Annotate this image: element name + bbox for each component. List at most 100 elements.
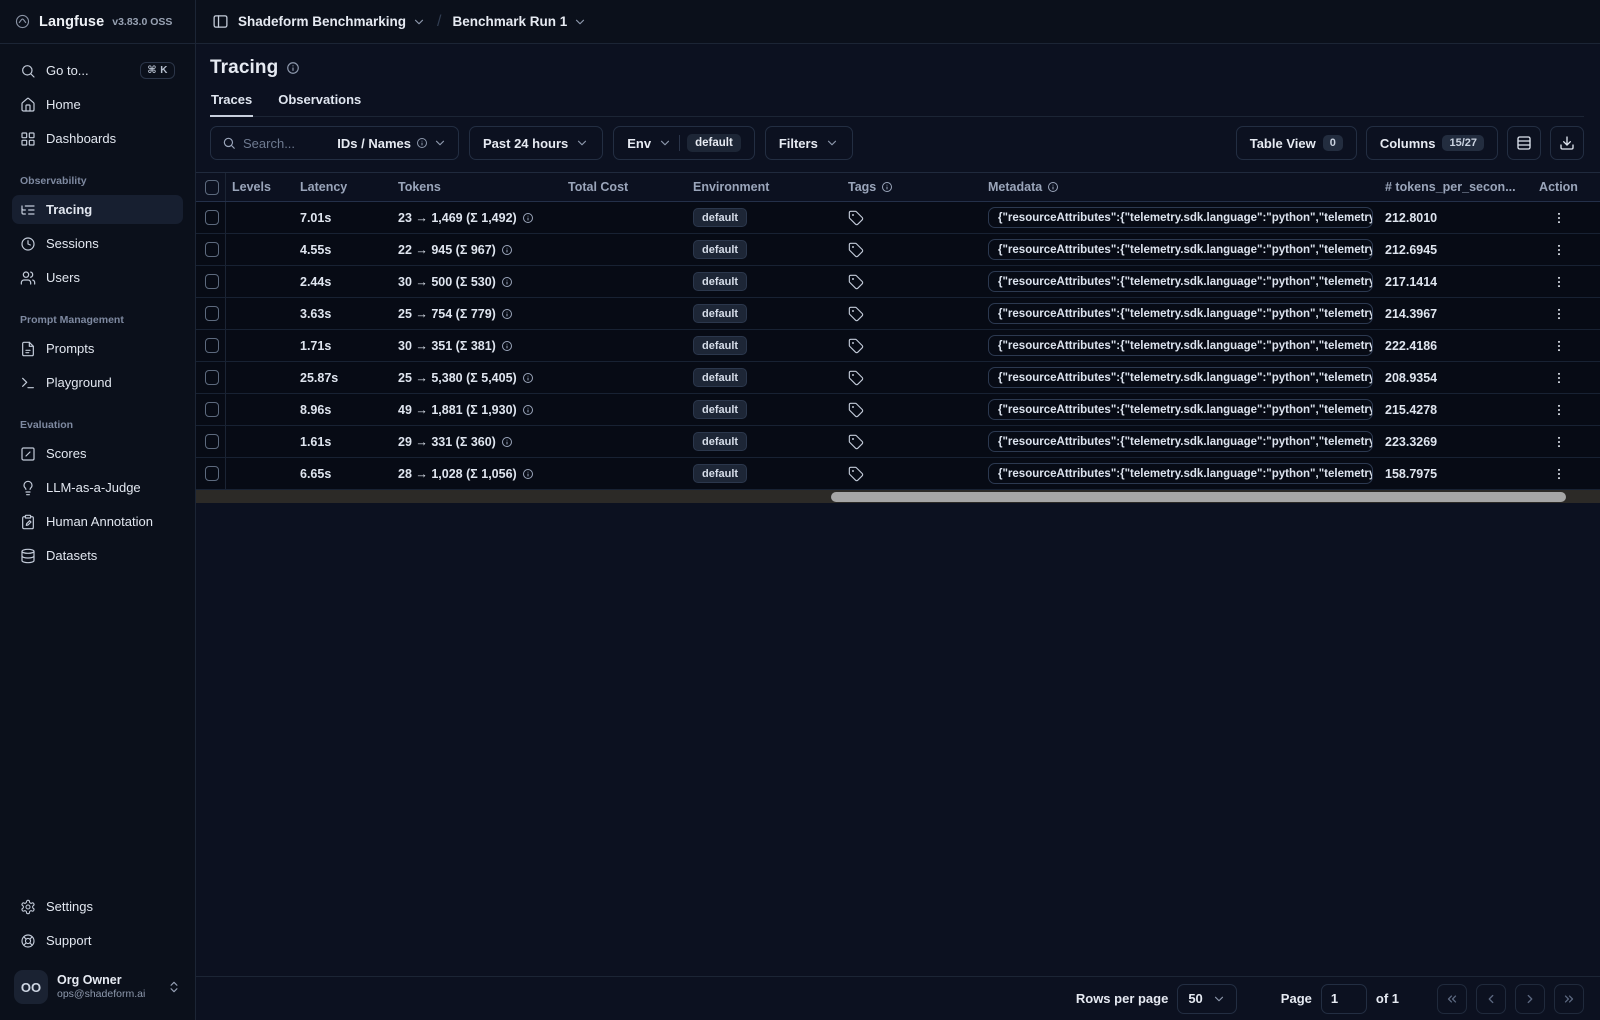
row-checkbox[interactable] [205,402,219,417]
sidebar-item-users[interactable]: Users [12,263,183,292]
metadata-value[interactable]: {"resourceAttributes":{"telemetry.sdk.la… [988,367,1373,388]
tag-icon[interactable] [848,338,864,354]
info-icon[interactable] [522,404,534,416]
header-environment[interactable]: Environment [687,173,842,201]
tag-icon[interactable] [848,274,864,290]
sidebar-item-datasets[interactable]: Datasets [12,541,183,570]
info-icon[interactable] [522,372,534,384]
row-checkbox[interactable] [205,466,219,481]
first-page-button[interactable] [1437,983,1467,1014]
row-actions-menu-button[interactable] [1547,206,1571,230]
scrollbar-thumb[interactable] [830,491,1567,502]
row-actions-menu-button[interactable] [1547,398,1571,422]
info-icon[interactable] [501,436,513,448]
row-checkbox[interactable] [205,338,219,353]
tag-icon[interactable] [848,306,864,322]
row-actions-menu-button[interactable] [1547,430,1571,454]
table-row[interactable]: 1.61s 29 → 331 (Σ 360) default {"resourc… [196,426,1600,458]
header-tokens[interactable]: Tokens [392,173,562,201]
table-row[interactable]: 25.87s 25 → 5,380 (Σ 5,405) default {"re… [196,362,1600,394]
page-number-input[interactable] [1320,983,1367,1014]
rows-per-page-select[interactable]: 50 [1177,983,1237,1014]
user-menu[interactable]: OO Org Owner ops@shadeform.ai [0,960,195,1020]
sidebar-item-tracing[interactable]: Tracing [12,195,183,224]
table-row[interactable]: 8.96s 49 → 1,881 (Σ 1,930) default {"res… [196,394,1600,426]
environment-filter-button[interactable]: Env default [613,126,755,160]
table-row[interactable]: 2.44s 30 → 500 (Σ 530) default {"resourc… [196,266,1600,298]
header-levels[interactable]: Levels [226,173,294,201]
table-row[interactable]: 4.55s 22 → 945 (Σ 967) default {"resourc… [196,234,1600,266]
header-metadata[interactable]: Metadata [982,173,1379,201]
table-row[interactable]: 3.63s 25 → 754 (Σ 779) default {"resourc… [196,298,1600,330]
breadcrumb-project[interactable]: Benchmark Run 1 [453,14,588,29]
tag-icon[interactable] [848,466,864,482]
metadata-value[interactable]: {"resourceAttributes":{"telemetry.sdk.la… [988,335,1373,356]
row-checkbox[interactable] [205,306,219,321]
sidebar-item-support[interactable]: Support [12,926,183,955]
info-icon[interactable] [501,308,513,320]
search-input[interactable] [243,135,331,151]
info-icon[interactable] [501,276,513,288]
tag-icon[interactable] [848,434,864,450]
info-icon[interactable] [286,61,300,75]
table-row[interactable]: 6.65s 28 → 1,028 (Σ 1,056) default {"res… [196,458,1600,490]
table-view-button[interactable]: Table View 0 [1235,126,1357,160]
tab-observations[interactable]: Observations [277,92,362,117]
sidebar-item-home[interactable]: Home [12,90,183,119]
row-actions-menu-button[interactable] [1547,462,1571,486]
previous-page-button[interactable] [1476,983,1506,1014]
row-actions-menu-button[interactable] [1547,238,1571,262]
info-icon[interactable] [522,468,534,480]
sidebar-item-prompts[interactable]: Prompts [12,334,183,363]
tab-traces[interactable]: Traces [210,92,254,117]
row-checkbox[interactable] [205,370,219,385]
row-actions-menu-button[interactable] [1547,302,1571,326]
info-icon[interactable] [501,340,513,352]
metadata-value[interactable]: {"resourceAttributes":{"telemetry.sdk.la… [988,271,1373,292]
tag-icon[interactable] [848,242,864,258]
sidebar-item-dashboards[interactable]: Dashboards [12,124,183,153]
row-actions-menu-button[interactable] [1547,334,1571,358]
header-latency[interactable]: Latency [294,173,392,201]
next-page-button[interactable] [1515,983,1545,1014]
row-actions-menu-button[interactable] [1547,366,1571,390]
metadata-value[interactable]: {"resourceAttributes":{"telemetry.sdk.la… [988,431,1373,452]
header-total-cost[interactable]: Total Cost [562,173,687,201]
columns-button[interactable]: Columns 15/27 [1365,126,1498,160]
breadcrumb-organization[interactable]: Shadeform Benchmarking [238,14,426,29]
row-checkbox[interactable] [205,274,219,289]
row-actions-menu-button[interactable] [1547,270,1571,294]
tag-icon[interactable] [848,370,864,386]
metadata-value[interactable]: {"resourceAttributes":{"telemetry.sdk.la… [988,239,1373,260]
sidebar-item-human-annotation[interactable]: Human Annotation [12,507,183,536]
metadata-value[interactable]: {"resourceAttributes":{"telemetry.sdk.la… [988,399,1373,420]
horizontal-scrollbar[interactable] [196,490,1600,503]
metadata-value[interactable]: {"resourceAttributes":{"telemetry.sdk.la… [988,207,1373,228]
row-checkbox[interactable] [205,210,219,225]
header-tokens-per-second[interactable]: # tokens_per_secon... [1379,173,1517,201]
row-checkbox[interactable] [205,434,219,449]
metadata-value[interactable]: {"resourceAttributes":{"telemetry.sdk.la… [988,463,1373,484]
search-mode-selector[interactable]: IDs / Names [337,136,447,151]
sidebar-item-scores[interactable]: Scores [12,439,183,468]
row-height-button[interactable] [1507,126,1541,160]
last-page-button[interactable] [1554,983,1584,1014]
table-row[interactable]: 7.01s 23 → 1,469 (Σ 1,492) default {"res… [196,202,1600,234]
info-icon[interactable] [522,212,534,224]
sidebar-item-playground[interactable]: Playground [12,368,183,397]
tag-icon[interactable] [848,402,864,418]
sidebar-item-sessions[interactable]: Sessions [12,229,183,258]
metadata-value[interactable]: {"resourceAttributes":{"telemetry.sdk.la… [988,303,1373,324]
sidebar-toggle-button[interactable] [212,13,229,30]
sidebar-item-llm-as-a-judge[interactable]: LLM-as-a-Judge [12,473,183,502]
search-box[interactable]: IDs / Names [210,126,459,160]
header-tags[interactable]: Tags [842,173,982,201]
sidebar-item-goto[interactable]: Go to... ⌘ K [12,56,183,85]
select-all-checkbox[interactable] [205,179,219,195]
row-checkbox[interactable] [205,242,219,257]
tag-icon[interactable] [848,210,864,226]
sidebar-item-settings[interactable]: Settings [12,892,183,921]
table-row[interactable]: 1.71s 30 → 351 (Σ 381) default {"resourc… [196,330,1600,362]
info-icon[interactable] [501,244,513,256]
filters-button[interactable]: Filters [764,126,853,160]
